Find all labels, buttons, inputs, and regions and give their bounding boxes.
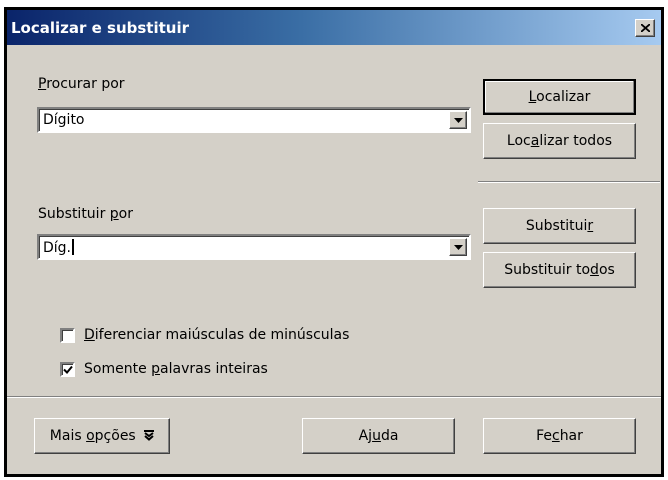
dialog-title: Localizar e substituir: [11, 19, 190, 37]
divider: [478, 181, 660, 183]
bottom-divider: [7, 396, 661, 398]
close-icon: [641, 24, 650, 32]
checkmark-icon: [63, 365, 73, 374]
close-dialog-button[interactable]: Fechar: [483, 418, 636, 454]
text-caret: [72, 239, 75, 255]
find-button[interactable]: Localizar: [483, 79, 636, 115]
replace-button[interactable]: Substituir: [483, 208, 636, 244]
match-case-checkbox[interactable]: [60, 328, 75, 343]
chevron-down-icon: [454, 118, 463, 123]
find-all-button[interactable]: Localizar todos: [483, 123, 636, 159]
find-replace-dialog: Localizar e substituir Procurar por Dígi…: [4, 7, 664, 477]
replace-dropdown-button[interactable]: [449, 238, 467, 256]
replace-all-button[interactable]: Substituir todos: [483, 252, 636, 288]
double-chevron-down-icon: [144, 430, 155, 441]
dialog-body: Localizar e substituir Procurar por Dígi…: [7, 10, 661, 474]
title-bar[interactable]: Localizar e substituir: [7, 10, 661, 45]
find-label: Procurar por: [38, 76, 125, 92]
replace-label: Substituir por: [38, 206, 133, 222]
find-combobox[interactable]: Dígito: [37, 107, 471, 133]
whole-words-label[interactable]: Somente palavras inteiras: [84, 361, 268, 377]
whole-words-checkbox[interactable]: [60, 362, 75, 377]
close-button[interactable]: [635, 19, 655, 37]
replace-input[interactable]: Díg.: [43, 239, 75, 256]
more-options-button[interactable]: Mais opções: [34, 418, 170, 454]
chevron-down-icon: [454, 245, 463, 250]
match-case-label[interactable]: Diferenciar maiúsculas de minúsculas: [84, 327, 349, 343]
find-dropdown-button[interactable]: [449, 111, 467, 129]
replace-combobox[interactable]: Díg.: [37, 234, 471, 260]
help-button[interactable]: Ajuda: [302, 418, 455, 454]
find-input[interactable]: Dígito: [43, 112, 85, 128]
